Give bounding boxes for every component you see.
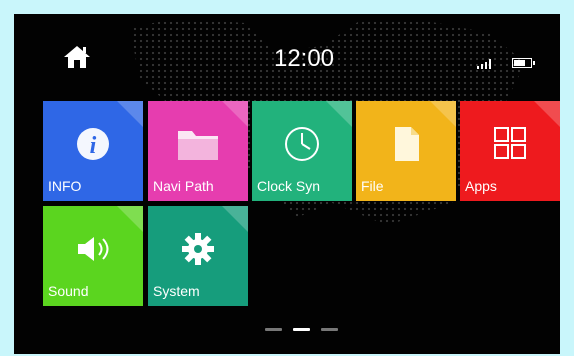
- battery-icon: [512, 58, 535, 68]
- signal-icon: [477, 56, 495, 74]
- speaker-icon: [68, 226, 118, 272]
- battery-level: [514, 60, 525, 66]
- tile-label: INFO: [48, 178, 82, 194]
- file-icon: [381, 121, 431, 167]
- gear-icon: [173, 226, 223, 272]
- tile-navi-path[interactable]: Navi Path: [148, 101, 248, 201]
- home-icon[interactable]: [63, 44, 91, 70]
- tile-sound[interactable]: Sound: [43, 206, 143, 306]
- tile-label: Navi Path: [153, 178, 214, 194]
- tile-label: File: [361, 178, 384, 194]
- page-dot-3[interactable]: [321, 328, 338, 331]
- page-dot-2[interactable]: [293, 328, 310, 331]
- info-icon: i: [68, 121, 118, 167]
- tile-label: Sound: [48, 283, 89, 299]
- tile-info[interactable]: i INFO: [43, 101, 143, 201]
- tile-system[interactable]: System: [148, 206, 248, 306]
- device-screen: 12:00 i INFO Navi Path Clock Syn File Ap…: [14, 14, 560, 354]
- clock-icon: [277, 121, 327, 167]
- tile-label: Apps: [465, 178, 497, 194]
- tile-clock-syn[interactable]: Clock Syn: [252, 101, 352, 201]
- page-dot-1[interactable]: [265, 328, 282, 331]
- folder-icon: [173, 121, 223, 167]
- svg-text:i: i: [90, 133, 97, 159]
- tile-file[interactable]: File: [356, 101, 456, 201]
- grid-icon: [485, 121, 535, 167]
- tile-apps[interactable]: Apps: [460, 101, 560, 201]
- tile-label: Clock Syn: [257, 178, 321, 194]
- status-bar: 12:00: [14, 14, 560, 84]
- page-margin: [0, 0, 14, 356]
- status-time: 12:00: [273, 45, 335, 72]
- tile-label: System: [153, 283, 200, 299]
